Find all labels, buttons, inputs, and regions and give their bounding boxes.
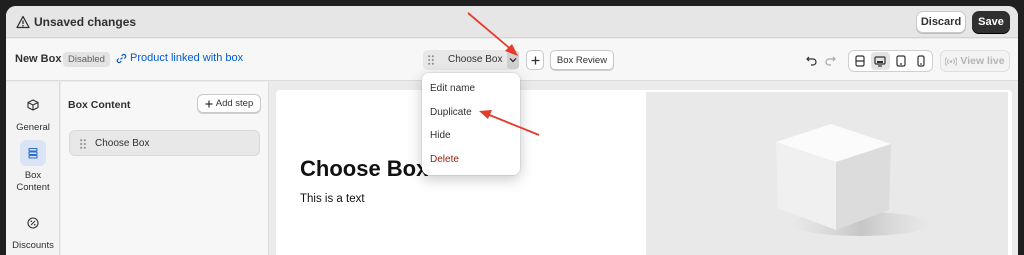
plus-icon [205, 100, 213, 107]
mobile-icon[interactable] [912, 52, 932, 70]
preview-canvas: Choose Box This is a text [276, 90, 1012, 255]
preview-area: Choose Box This is a text [270, 82, 1018, 255]
step-select-label: Choose Box [448, 54, 503, 65]
step-menu-toggle[interactable] [507, 51, 519, 69]
drag-handle-icon [428, 55, 434, 65]
save-button[interactable]: Save [972, 11, 1010, 33]
warning-icon [16, 15, 30, 29]
box-content-panel: Box Content Add step Choose Box [61, 82, 269, 255]
nav-item-label: General [16, 122, 50, 133]
redo-icon[interactable] [825, 55, 836, 66]
view-live-label: View live [960, 55, 1005, 67]
tablet-icon[interactable] [891, 52, 911, 70]
box-name: New Box [15, 53, 62, 65]
menu-item-duplicate[interactable]: Duplicate [430, 107, 472, 118]
preview-title: Choose Box [300, 156, 429, 181]
device-toggle-group [848, 50, 933, 72]
add-step-button[interactable] [526, 50, 544, 70]
nav-item-general[interactable]: General [6, 92, 60, 133]
drag-handle-icon[interactable] [80, 139, 86, 149]
step-actions-menu: Edit name Duplicate Hide Delete [422, 73, 520, 175]
product-link[interactable]: Product linked with box [116, 52, 243, 64]
app-window: Unsaved changes Discard Save New Box Dis… [6, 6, 1018, 255]
step-list-item[interactable]: Choose Box [69, 130, 260, 156]
add-step-button[interactable]: Add step [197, 94, 261, 113]
discard-button[interactable]: Discard [916, 11, 966, 33]
cube-icon [20, 92, 46, 118]
menu-item-delete[interactable]: Delete [430, 154, 459, 165]
desktop-icon[interactable] [870, 52, 890, 70]
product-link-label: Product linked with box [130, 52, 244, 64]
broadcast-icon [945, 56, 958, 66]
fullscreen-icon[interactable] [850, 52, 870, 70]
layers-icon [20, 140, 46, 166]
panel-title: Box Content [68, 99, 131, 111]
link-icon [116, 53, 127, 63]
menu-item-edit-name[interactable]: Edit name [430, 83, 475, 94]
nav-item-label: Discounts [12, 240, 54, 251]
left-nav: General Box Content Discounts [6, 82, 60, 255]
undo-icon[interactable] [806, 55, 817, 66]
contextual-save-bar: Unsaved changes Discard Save [6, 6, 1018, 38]
plus-icon [531, 56, 539, 64]
discount-icon [20, 210, 46, 236]
nav-item-discounts[interactable]: Discounts [6, 210, 60, 251]
box-review-button[interactable]: Box Review [550, 50, 614, 70]
nav-item-label: Box Content [16, 170, 50, 193]
menu-item-hide[interactable]: Hide [430, 130, 451, 141]
add-step-label: Add step [215, 98, 254, 109]
chevron-down-icon [509, 58, 517, 63]
status-badge: Disabled [63, 52, 110, 67]
nav-item-box-content[interactable]: Box Content [6, 140, 60, 194]
preview-text: This is a text [300, 193, 365, 205]
view-live-button[interactable]: View live [940, 50, 1010, 72]
box-image [646, 92, 1008, 255]
step-list-item-label: Choose Box [95, 138, 150, 149]
step-select[interactable]: Choose Box [423, 50, 519, 70]
unsaved-changes-label: Unsaved changes [34, 15, 137, 29]
